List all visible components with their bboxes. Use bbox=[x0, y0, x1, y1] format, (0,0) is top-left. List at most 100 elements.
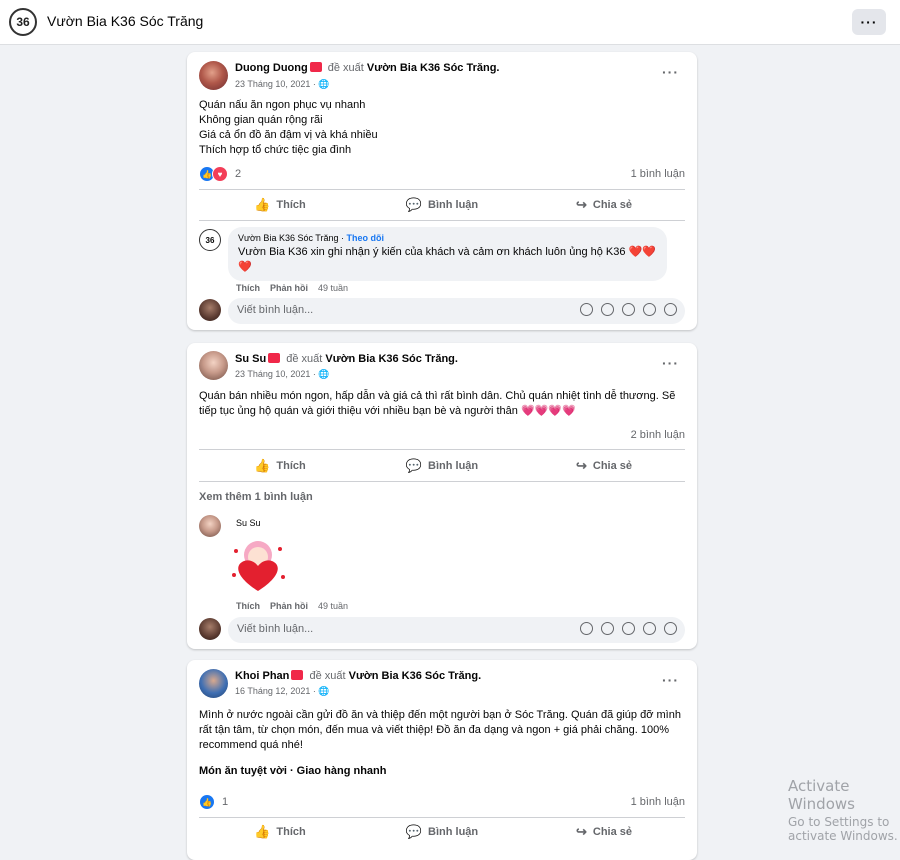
post-body: Mình ở nước ngoài cần gửi đồ ăn và thiệp… bbox=[199, 708, 687, 753]
sticker-icon[interactable] bbox=[664, 303, 677, 316]
recommend-badge-icon bbox=[291, 670, 304, 680]
author-avatar[interactable] bbox=[199, 61, 228, 90]
post-body: Quán nấu ăn ngon phục vụ nhanh Không gia… bbox=[199, 98, 378, 158]
comment-button[interactable]: 💬 Bình luận bbox=[361, 451, 523, 481]
review-post: Duong Duong đề xuất Vườn Bia K36 Sóc Tră… bbox=[187, 52, 697, 330]
like-button[interactable]: 👍 Thích bbox=[199, 451, 361, 481]
author-name[interactable]: Khoi Phan bbox=[235, 670, 289, 682]
comment-links: Thích Phản hồi 49 tuần bbox=[236, 601, 358, 611]
comment-label: Bình luận bbox=[428, 826, 479, 838]
comment-count[interactable]: 2 bình luận bbox=[631, 429, 685, 441]
see-more-comments-link[interactable]: Xem thêm 1 bình luận bbox=[199, 491, 313, 503]
post-options-button[interactable]: ··· bbox=[662, 64, 679, 80]
share-label: Chia sẻ bbox=[592, 199, 633, 211]
gif-icon[interactable] bbox=[643, 622, 656, 635]
comment-like-link[interactable]: Thích bbox=[236, 283, 260, 293]
author-name[interactable]: Su Su bbox=[235, 353, 266, 365]
comment-input[interactable]: Viết bình luận... bbox=[228, 298, 685, 324]
post-options-button[interactable]: ··· bbox=[662, 672, 679, 688]
thumbs-up-icon: 👍 bbox=[254, 824, 271, 839]
page-title[interactable]: Vườn Bia K36 Sóc Trăng bbox=[47, 13, 203, 29]
comment-like-link[interactable]: Thích bbox=[236, 601, 260, 611]
thumbs-up-icon: 👍 bbox=[254, 197, 271, 212]
post-line: Không gian quán rộng rãi bbox=[199, 114, 323, 126]
review-post: Su Su đề xuất Vườn Bia K36 Sóc Trăng. 23… bbox=[187, 343, 697, 649]
reaction-count: 2 bbox=[235, 168, 242, 180]
globe-icon: 🌐 bbox=[318, 369, 330, 379]
recommend-badge-icon bbox=[309, 62, 322, 72]
comment-time[interactable]: 49 tuần bbox=[318, 283, 348, 293]
viewer-avatar bbox=[199, 299, 221, 321]
like-label: Thích bbox=[276, 460, 306, 472]
like-label: Thích bbox=[276, 826, 306, 838]
recommended-page-link[interactable]: Vườn Bia K36 Sóc Trăng. bbox=[325, 353, 458, 365]
share-arrow-icon: ↪ bbox=[575, 197, 587, 212]
follow-link[interactable]: Theo dõi bbox=[346, 233, 384, 243]
recommend-badge-icon bbox=[268, 353, 281, 363]
avatar-sticker-icon[interactable] bbox=[580, 303, 593, 316]
recommends-text: đề xuất bbox=[286, 353, 323, 365]
comment-count[interactable]: 1 bình luận bbox=[631, 796, 685, 808]
post-actions: 👍 Thích 💬 Bình luận ↪ Chia sẻ bbox=[199, 190, 685, 220]
post-options-button[interactable]: ··· bbox=[662, 355, 679, 371]
logo-mark: 36 bbox=[205, 235, 215, 245]
comment-placeholder: Viết bình luận... bbox=[237, 304, 314, 316]
like-reaction-icon: 👍 bbox=[199, 794, 215, 810]
activate-windows-watermark: Activate Windows Go to Settings to activ… bbox=[788, 777, 900, 843]
post-line: Mình ở nước ngoài cần gửi đồ ăn và thiệp… bbox=[199, 709, 681, 751]
share-arrow-icon: ↪ bbox=[575, 458, 587, 473]
comment-button[interactable]: 💬 Bình luận bbox=[361, 190, 523, 220]
globe-icon: 🌐 bbox=[318, 686, 330, 696]
avatar-sticker-icon[interactable] bbox=[580, 622, 593, 635]
commenter-avatar[interactable] bbox=[199, 515, 221, 537]
comment-button[interactable]: 💬 Bình luận bbox=[361, 817, 523, 847]
recommended-page-link[interactable]: Vườn Bia K36 Sóc Trăng. bbox=[367, 62, 500, 74]
post-line: Giá cả ổn đồ ăn đậm vị và khá nhiều bbox=[199, 129, 378, 141]
post-line: Quán nấu ăn ngon phục vụ nhanh bbox=[199, 99, 366, 111]
more-options-button[interactable]: ··· bbox=[852, 9, 886, 35]
comment-count[interactable]: 1 bình luận bbox=[631, 168, 685, 180]
commenter-name[interactable]: Vườn Bia K36 Sóc Trăng bbox=[238, 233, 338, 243]
comment-reply-link[interactable]: Phản hồi bbox=[270, 283, 308, 293]
page-header: 36 Vườn Bia K36 Sóc Trăng ··· bbox=[0, 0, 900, 45]
speech-bubble-icon: 💬 bbox=[405, 824, 423, 839]
post-body: Quán bán nhiều món ngon, hấp dẫn và giá … bbox=[199, 389, 687, 419]
page-logo[interactable]: 36 bbox=[9, 8, 37, 36]
author-avatar[interactable] bbox=[199, 669, 228, 698]
comment-input[interactable]: Viết bình luận... bbox=[228, 617, 685, 643]
like-button[interactable]: 👍 Thích bbox=[199, 190, 361, 220]
reactions-summary[interactable]: 👍 1 bbox=[199, 794, 228, 810]
sticker-icon[interactable] bbox=[664, 622, 677, 635]
post-date[interactable]: 23 Tháng 10, 2021 · bbox=[235, 369, 318, 379]
reactions-summary[interactable]: 👍 ♥ 2 bbox=[199, 166, 241, 182]
thumbs-up-icon: 👍 bbox=[254, 458, 271, 473]
like-button[interactable]: 👍 Thích bbox=[199, 817, 361, 847]
post-line: Thích hợp tổ chức tiệc gia đình bbox=[199, 144, 352, 156]
divider bbox=[199, 481, 685, 482]
commenter-name[interactable]: Su Su bbox=[236, 518, 261, 528]
recommended-page-link[interactable]: Vườn Bia K36 Sóc Trăng. bbox=[349, 670, 482, 682]
comment-reply-link[interactable]: Phản hồi bbox=[270, 601, 308, 611]
gif-icon[interactable] bbox=[643, 303, 656, 316]
comment-bubble: Vườn Bia K36 Sóc Trăng · Theo dõi Vườn B… bbox=[228, 227, 667, 281]
author-avatar[interactable] bbox=[199, 351, 228, 380]
share-label: Chia sẻ bbox=[592, 826, 633, 838]
speech-bubble-icon: 💬 bbox=[405, 197, 423, 212]
comment-time[interactable]: 49 tuần bbox=[318, 601, 348, 611]
comment-label: Bình luận bbox=[428, 199, 479, 211]
post-actions: 👍 Thích 💬 Bình luận ↪ Chia sẻ bbox=[199, 817, 685, 847]
post-date[interactable]: 23 Tháng 10, 2021 · bbox=[235, 79, 318, 89]
viewer-avatar bbox=[199, 618, 221, 640]
share-button[interactable]: ↪ Chia sẻ bbox=[523, 451, 685, 481]
post-date[interactable]: 16 Tháng 12, 2021 · bbox=[235, 686, 318, 696]
share-button[interactable]: ↪ Chia sẻ bbox=[523, 190, 685, 220]
speech-bubble-icon: 💬 bbox=[405, 458, 423, 473]
author-name[interactable]: Duong Duong bbox=[235, 62, 308, 74]
share-button[interactable]: ↪ Chia sẻ bbox=[523, 817, 685, 847]
emoji-icon[interactable] bbox=[601, 622, 614, 635]
commenter-avatar[interactable]: 36 bbox=[199, 229, 221, 251]
globe-icon: 🌐 bbox=[318, 79, 330, 89]
emoji-icon[interactable] bbox=[601, 303, 614, 316]
camera-icon[interactable] bbox=[622, 622, 635, 635]
camera-icon[interactable] bbox=[622, 303, 635, 316]
